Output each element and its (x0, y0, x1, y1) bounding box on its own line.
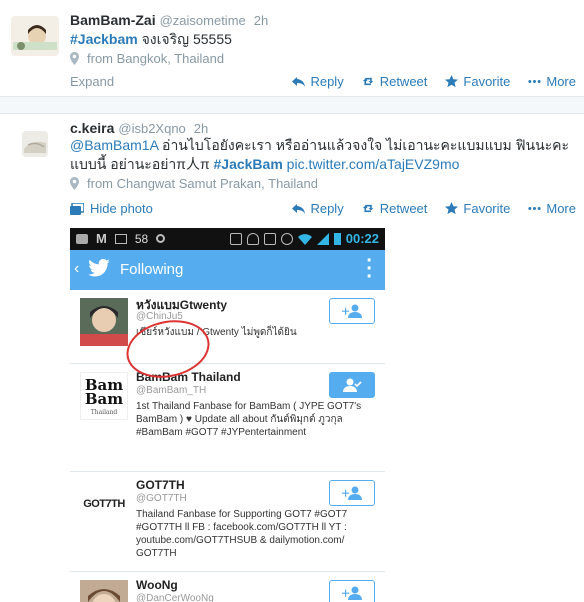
add-user-icon (342, 586, 362, 600)
star-icon (445, 75, 459, 88)
add-user-icon (342, 486, 362, 500)
battery-icon (333, 232, 341, 245)
avatar[interactable] (11, 16, 59, 56)
following-row[interactable]: Bam Bam Thailand BamBam Thailand @BamBam… (70, 364, 385, 472)
tweet-location[interactable]: from Bangkok, Thailand (70, 51, 224, 66)
profile-bio: 1st Thailand Fanbase for BamBam ( JYPE G… (136, 401, 362, 438)
tweet-actions: Reply Retweet Favorite More (292, 201, 576, 216)
tweet-time[interactable]: 2h (254, 13, 268, 28)
tweet-time[interactable]: 2h (194, 121, 208, 136)
hashtag-link[interactable]: #Jackbam (70, 31, 138, 47)
reply-button[interactable]: Reply (292, 201, 344, 216)
retweet-button[interactable]: Retweet (362, 74, 427, 89)
hide-photo-link[interactable]: Hide photo (70, 201, 153, 216)
sim-icon (229, 232, 242, 245)
battery-count: 58 (134, 231, 149, 246)
tweet-author: BamBam-Zai @zaisometime 2h (70, 12, 268, 28)
following-row[interactable]: หวังแบมGtwenty @ChinJu5 เชียร์หวังแบม / … (70, 290, 385, 364)
more-button[interactable]: More (528, 74, 576, 89)
follow-button[interactable] (329, 298, 375, 324)
more-dots-icon (528, 207, 542, 210)
author-handle[interactable]: @isb2Xqno (118, 121, 185, 136)
retweet-icon (362, 77, 374, 86)
android-status-bar: M 58 00:22 (70, 228, 385, 250)
timeline-divider (0, 96, 584, 114)
sync-icon (156, 234, 166, 243)
profile-name[interactable]: WooNg (136, 578, 178, 592)
location-pin-icon (70, 52, 79, 65)
tweet-text: @BamBam1A อ่านไบโอยังคะเรา หรืออ่านแล้วจ… (70, 137, 570, 172)
twitter-action-bar: ‹ Following · · · (70, 250, 385, 290)
favorite-button[interactable]: Favorite (445, 201, 510, 216)
profile-avatar[interactable]: GOT7TH (80, 480, 128, 528)
avatar-text: GOT7TH (83, 498, 125, 510)
tweet-text: #Jackbam จงเจริญ 55555 (70, 31, 232, 47)
avatar-text: Bam (84, 390, 124, 408)
alarm-icon (280, 232, 293, 245)
favorite-button[interactable]: Favorite (445, 74, 510, 89)
profile-handle: @DanCerWooNg (136, 593, 214, 602)
user-check-icon (343, 378, 362, 392)
twitter-bird-icon (88, 259, 110, 277)
tweet-actions: Reply Retweet Favorite More (292, 74, 576, 89)
author-handle[interactable]: @zaisometime (160, 13, 246, 28)
add-user-icon (342, 304, 362, 318)
reply-button[interactable]: Reply (292, 74, 344, 89)
mention-link[interactable]: @BamBam1A (70, 137, 158, 153)
overflow-menu-icon[interactable]: · · · (366, 251, 373, 287)
more-button[interactable]: More (528, 201, 576, 216)
tweet-2: c.keira @isb2Xqno 2h @BamBam1A อ่านไบโอยัง… (0, 114, 584, 602)
following-button[interactable] (329, 372, 375, 398)
profile-avatar[interactable] (80, 580, 128, 602)
more-dots-icon (528, 80, 542, 83)
attached-photo[interactable]: M 58 00:22 ‹ Following · · · หวังแบมGtwe… (70, 228, 385, 602)
following-row[interactable]: GOT7TH GOT7TH @GOT7TH Thailand Fanbase f… (70, 472, 385, 572)
retweet-icon (362, 204, 374, 213)
image-icon (114, 233, 127, 244)
back-chevron-icon[interactable]: ‹ (74, 260, 79, 278)
status-clock: 00:22 (345, 231, 379, 246)
avatar-text: Thailand (90, 409, 118, 416)
profile-avatar[interactable] (80, 298, 128, 346)
notification-icon (76, 233, 88, 244)
hashtag-link[interactable]: #JackBam (214, 156, 283, 172)
following-row[interactable]: WooNg @DanCerWooNg (70, 572, 385, 602)
tweet-author: c.keira @isb2Xqno 2h (70, 120, 208, 136)
profile-avatar[interactable]: Bam Bam Thailand (80, 372, 128, 420)
tweet-location[interactable]: from Changwat Samut Prakan, Thailand (70, 176, 318, 191)
profile-name[interactable]: GOT7TH (136, 478, 185, 492)
profile-bio: Thailand Fanbase for Supporting GOT7 #GO… (136, 509, 348, 559)
follow-button[interactable] (329, 480, 375, 506)
location-pin-icon (70, 177, 79, 190)
wifi-icon (297, 233, 312, 245)
expand-link[interactable]: Expand (70, 74, 114, 89)
gmail-icon: M (96, 231, 107, 246)
photo-icon (70, 202, 84, 215)
profile-handle: @GOT7TH (136, 493, 187, 504)
reply-icon (292, 204, 306, 214)
tweet-1: BamBam-Zai @zaisometime 2h #Jackbam จงเจริ… (0, 0, 584, 96)
sound-icon (263, 232, 276, 245)
follow-button[interactable] (329, 580, 375, 602)
signal-icon (316, 232, 329, 245)
pic-link[interactable]: pic.twitter.com/aTajEVZ9mo (283, 156, 460, 172)
retweet-button[interactable]: Retweet (362, 201, 427, 216)
headset-icon (246, 232, 259, 245)
reply-icon (292, 77, 306, 87)
author-name[interactable]: BamBam-Zai (70, 12, 156, 28)
star-icon (445, 202, 459, 215)
author-name[interactable]: c.keira (70, 120, 114, 136)
avatar[interactable] (22, 131, 48, 157)
profile-handle: @BamBam_TH (136, 385, 207, 396)
action-bar-title: Following (120, 261, 184, 278)
